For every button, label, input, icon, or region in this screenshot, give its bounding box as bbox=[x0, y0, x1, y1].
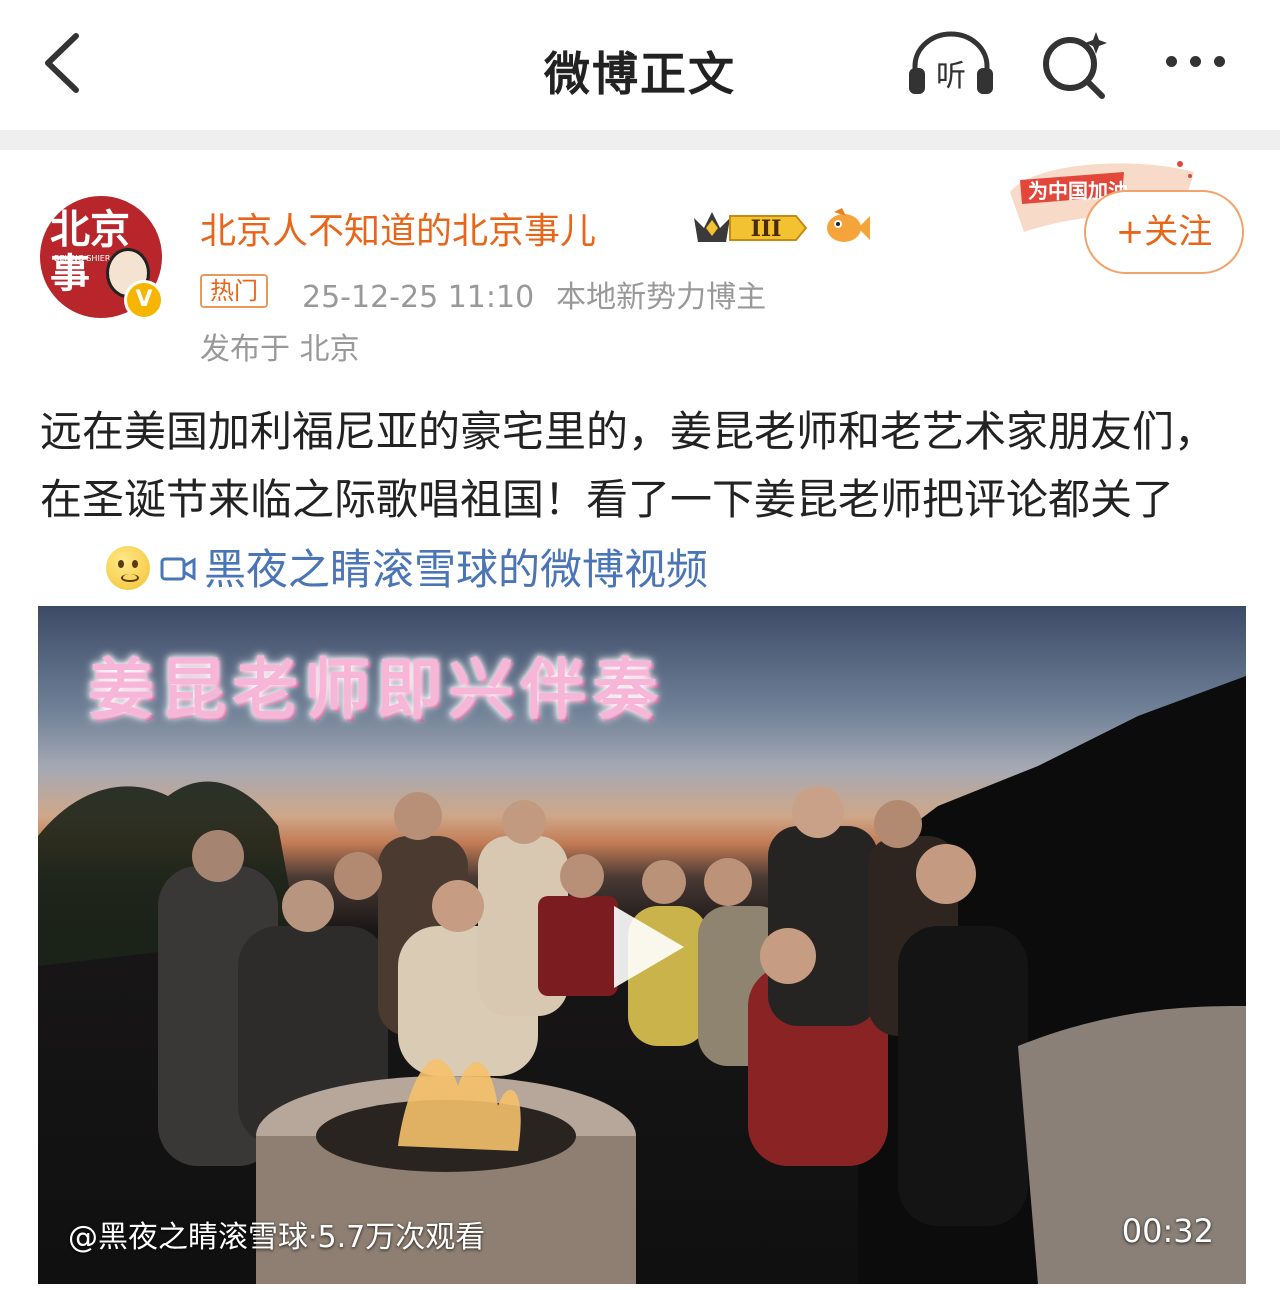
listen-label: 听 bbox=[936, 59, 966, 94]
post-body-text: 远在美国加利福尼亚的豪宅里的，姜昆老师和老艺术家朋友们，在圣诞节来临之际歌唱祖国… bbox=[40, 407, 1217, 524]
video-credit: @黑夜之睛滚雪球·5.7万次观看 bbox=[68, 1220, 486, 1255]
thinking-face-emoji-icon bbox=[106, 546, 150, 590]
post-timestamp: 25-12-25 11:10 bbox=[302, 280, 535, 315]
listen-headphones-icon[interactable]: 听 bbox=[905, 28, 997, 100]
play-icon[interactable] bbox=[608, 902, 688, 992]
author-name[interactable]: 北京人不知道的北京事儿 bbox=[200, 202, 596, 254]
video-link[interactable]: 黑夜之睛滚雪球的微博视频 bbox=[160, 545, 708, 594]
level-badge-text: III bbox=[751, 216, 782, 242]
avatar-logo-subtext: BEIJING SHIER bbox=[54, 254, 111, 263]
verified-badge-icon: V bbox=[124, 280, 164, 320]
more-options-icon[interactable] bbox=[1156, 40, 1236, 84]
author-role: 本地新势力博主 bbox=[556, 280, 767, 315]
video-player[interactable]: 姜昆老师即兴伴奏 @黑夜之睛滚雪球·5.7万次观看 00:32 bbox=[38, 606, 1246, 1284]
post-location: 发布于 北京 bbox=[200, 332, 360, 367]
video-overlay-title: 姜昆老师即兴伴奏 bbox=[88, 650, 664, 728]
top-nav-bar: 微博正文 听 bbox=[0, 0, 1280, 130]
search-icon[interactable] bbox=[1036, 26, 1116, 102]
crown-level-badge-icon[interactable]: III bbox=[690, 206, 812, 248]
video-duration: 00:32 bbox=[1121, 1212, 1214, 1250]
post-body: 远在美国加利福尼亚的豪宅里的，姜昆老师和老艺术家朋友们，在圣诞节来临之际歌唱祖国… bbox=[40, 398, 1240, 604]
video-link-text: 黑夜之睛滚雪球的微博视频 bbox=[204, 545, 709, 594]
video-camera-icon bbox=[160, 534, 196, 581]
section-divider bbox=[0, 130, 1280, 150]
post-meta: 25-12-25 11:10 本地新势力博主 bbox=[302, 272, 766, 316]
follow-button[interactable]: +关注 bbox=[1084, 190, 1244, 274]
hot-tag-badge: 热门 bbox=[200, 274, 268, 308]
fish-badge-icon[interactable] bbox=[824, 208, 870, 246]
